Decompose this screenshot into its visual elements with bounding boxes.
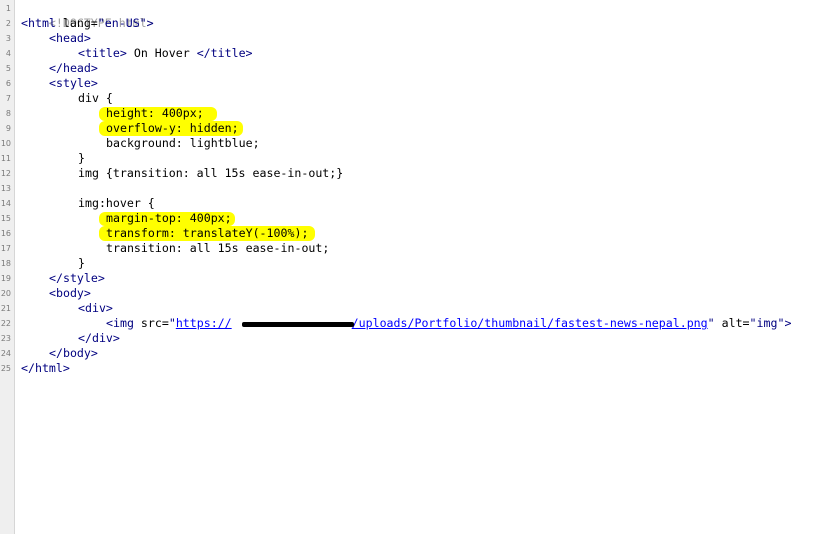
line-number: 10 <box>0 139 11 148</box>
code-line-1: <!DOCTYPE html> <box>21 1 154 30</box>
line-number: 20 <box>0 289 11 298</box>
line-number: 12 <box>0 169 11 178</box>
alt-value: "img" <box>749 316 785 330</box>
line-number: 7 <box>5 94 11 103</box>
line-number: 19 <box>0 274 11 283</box>
code-line-11: } <box>78 151 85 166</box>
line-number: 17 <box>0 244 11 253</box>
css-declaration: transition: all 15s ease-in-out; <box>106 241 330 255</box>
line-number: 13 <box>0 184 11 193</box>
code-line-24: </body> <box>49 346 98 361</box>
css-declaration: transform: translateY(-100%); <box>106 226 309 240</box>
css-brace: } <box>78 256 85 270</box>
line-number: 1 <box>5 4 11 13</box>
code-line-17: transition: all 15s ease-in-out; <box>106 241 329 256</box>
code-line-3: <head> <box>49 31 91 46</box>
line-number: 14 <box>0 199 11 208</box>
line-number: 8 <box>5 109 11 118</box>
style-open-tag: <style> <box>49 76 98 90</box>
alt-attr: alt= <box>714 316 750 330</box>
css-declaration: overflow-y: hidden; <box>106 121 239 135</box>
css-declaration: background: lightblue; <box>106 136 260 150</box>
code-line-18: } <box>78 256 85 271</box>
line-number: 23 <box>0 334 11 343</box>
line-number: 5 <box>5 64 11 73</box>
code-line-6: <style> <box>49 76 98 91</box>
css-declaration: height: 400px; <box>106 106 204 120</box>
head-close-tag: </head> <box>49 61 98 75</box>
line-number: 16 <box>0 229 11 238</box>
css-brace: } <box>78 151 85 165</box>
head-open-tag: <head> <box>49 31 91 45</box>
code-line-14: img:hover { <box>78 196 155 211</box>
line-number: 4 <box>5 49 11 58</box>
tag-close: > <box>784 316 792 330</box>
line-number: 18 <box>0 259 11 268</box>
code-line-10: background: lightblue; <box>106 136 260 151</box>
css-selector: img:hover { <box>78 196 155 210</box>
div-close-tag: </div> <box>78 331 120 345</box>
css-selector: div { <box>78 91 113 105</box>
line-number-gutter: 1 2 3 4 5 6 7 8 9 10 11 12 13 14 15 16 1… <box>0 0 15 534</box>
line-number: 2 <box>5 19 11 28</box>
code-line-22: <img src="https:///uploads/Portfolio/thu… <box>106 316 791 331</box>
title-close-tag: </title> <box>196 46 253 60</box>
code-line-19: </style> <box>49 271 105 286</box>
body-close-tag: </body> <box>49 346 98 360</box>
html-open-tag: <html <box>21 16 56 30</box>
line-number: 21 <box>0 304 11 313</box>
code-line-21: <div> <box>78 301 113 316</box>
code-line-16: transform: translateY(-100%); <box>106 226 308 241</box>
line-number: 3 <box>5 34 11 43</box>
line-number: 15 <box>0 214 11 223</box>
title-open-tag: <title> <box>78 46 127 60</box>
redaction-bar <box>242 322 354 327</box>
title-text: On Hover <box>126 46 197 60</box>
line-number: 11 <box>0 154 11 163</box>
quote: " <box>707 316 715 330</box>
body-open-tag: <body> <box>49 286 91 300</box>
code-line-2: <html lang="en-US"> <box>21 16 154 31</box>
img-open-tag: <img <box>106 316 134 330</box>
code-line-23: </div> <box>78 331 120 346</box>
code-line-15: margin-top: 400px; <box>106 211 232 226</box>
src-attr: src= <box>133 316 169 330</box>
quote: " <box>168 316 176 330</box>
code-line-8: height: 400px; <box>106 106 204 121</box>
html-close-tag: </html> <box>21 361 70 375</box>
code-editor[interactable]: <!DOCTYPE html> <html lang="en-US"> <hea… <box>15 0 814 534</box>
lang-value: "en-US" <box>97 16 147 30</box>
code-line-5: </head> <box>49 61 98 76</box>
line-number: 6 <box>5 79 11 88</box>
src-link-path[interactable]: /uploads/Portfolio/thumbnail/fastest-new… <box>352 316 708 330</box>
style-close-tag: </style> <box>49 271 105 285</box>
css-rule: img {transition: all 15s ease-in-out;} <box>78 166 344 180</box>
code-line-20: <body> <box>49 286 91 301</box>
code-line-9: overflow-y: hidden; <box>106 121 239 136</box>
code-line-12: img {transition: all 15s ease-in-out;} <box>78 166 343 181</box>
src-link-start[interactable]: https:// <box>176 316 232 330</box>
code-line-4: <title> On Hover </title> <box>78 46 253 61</box>
line-number: 9 <box>5 124 11 133</box>
tag-close: > <box>146 16 154 30</box>
code-line-25: </html> <box>21 361 70 376</box>
css-declaration: margin-top: 400px; <box>106 211 232 225</box>
line-number: 22 <box>0 319 11 328</box>
line-number: 25 <box>0 364 11 373</box>
div-open-tag: <div> <box>78 301 113 315</box>
line-number: 24 <box>0 349 11 358</box>
code-line-7: div { <box>78 91 113 106</box>
lang-attr: lang= <box>55 16 98 30</box>
